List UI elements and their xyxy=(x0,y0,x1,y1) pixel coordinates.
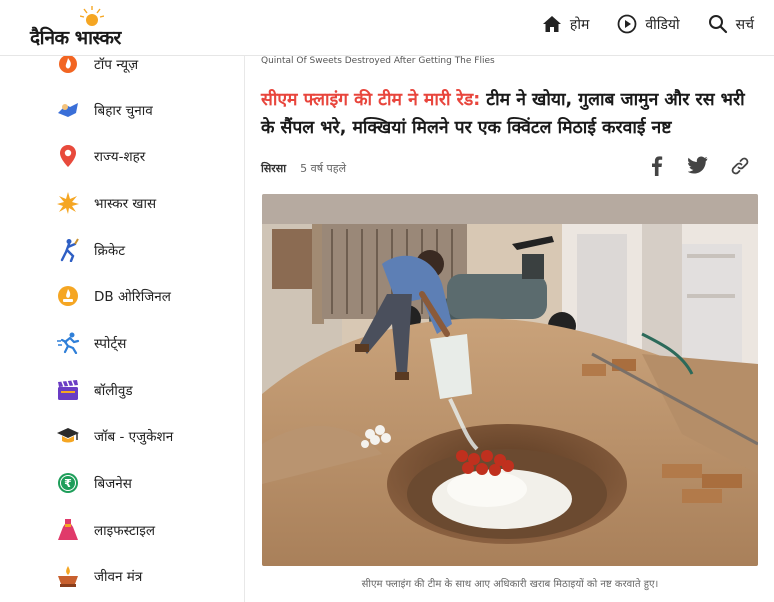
running-icon xyxy=(56,331,80,355)
logo[interactable]: दैनिक भास्कर xyxy=(30,6,160,52)
cricket-icon xyxy=(56,238,80,262)
sidebar-item-label: राज्य-शहर xyxy=(94,149,146,165)
city-link[interactable]: सिरसा xyxy=(261,161,286,176)
sidebar-item-label: DB ओरिजिनल xyxy=(94,289,171,305)
dress-icon xyxy=(56,518,80,542)
facebook-icon[interactable] xyxy=(648,156,666,176)
home-icon xyxy=(542,16,561,32)
article-headline: सीएम फ्लाइंग की टीम ने मारी रेड: टीम ने … xyxy=(261,86,761,142)
sidebar-item-state-city[interactable]: राज्य-शहर xyxy=(56,141,145,171)
sidebar-item-label: बिहार चुनाव xyxy=(94,103,153,119)
article-meta: सिरसा 5 वर्ष पहले xyxy=(261,161,346,176)
page: दैनिक भास्कर होम वीडियो सर्च टॉप न्यूज़ … xyxy=(0,0,774,602)
election-icon xyxy=(56,98,80,122)
sidebar-item-label: बिजनेस xyxy=(94,476,132,492)
logo-text: दैनिक भास्कर xyxy=(30,27,121,49)
share-bar xyxy=(648,156,750,176)
nav-search[interactable]: सर्च xyxy=(708,14,754,34)
nav-home-label: होम xyxy=(569,16,590,33)
sidebar-item-label: जीवन मंत्र xyxy=(94,569,143,585)
sidebar-item-lifestyle[interactable]: लाइफस्टाइल xyxy=(56,515,155,545)
sidebar-item-bollywood[interactable]: बॉलीवुड xyxy=(56,375,133,405)
graduation-cap-icon xyxy=(56,424,80,448)
site-header: दैनिक भास्कर होम वीडियो सर्च xyxy=(0,0,774,56)
play-icon xyxy=(617,14,637,34)
nav-home[interactable]: होम xyxy=(542,15,589,34)
logo-sun-icon xyxy=(80,6,104,26)
svg-text:₹: ₹ xyxy=(64,477,72,490)
sidebar-item-label: भास्कर खास xyxy=(94,196,157,212)
clapperboard-icon xyxy=(56,378,80,402)
photo-caption: सीएम फ्लाइंग की टीम के साथ आए अधिकारी खर… xyxy=(361,579,659,590)
nav-video-label: वीडियो xyxy=(645,16,680,33)
nav-video[interactable]: वीडियो xyxy=(617,14,680,34)
sidebar-item-label: स्पोर्ट्स xyxy=(94,336,127,352)
sidebar-item-cricket[interactable]: क्रिकेट xyxy=(56,235,125,265)
sidebar-item-bihar-election[interactable]: बिहार चुनाव xyxy=(56,95,153,125)
article: Quintal Of Sweets Destroyed After Gettin… xyxy=(245,56,774,602)
twitter-icon[interactable] xyxy=(688,156,708,174)
top-nav: होम वीडियो सर्च xyxy=(542,14,754,34)
timestamp: 5 वर्ष पहले xyxy=(300,162,347,175)
sidebar-item-label: लाइफस्टाइल xyxy=(94,523,156,539)
sidebar-item-business[interactable]: ₹ बिजनेस xyxy=(56,468,132,498)
diya-icon xyxy=(56,564,80,588)
article-photo[interactable] xyxy=(262,194,758,566)
sun-icon xyxy=(56,191,80,215)
sidebar: टॉप न्यूज़ बिहार चुनाव राज्य-शहर भास्कर … xyxy=(0,55,245,602)
sidebar-item-sports[interactable]: स्पोर्ट्स xyxy=(56,328,126,358)
headline-highlight: सीएम फ्लाइंग की टीम ने मारी रेड: xyxy=(261,90,481,110)
nav-search-label: सर्च xyxy=(735,16,754,33)
location-pin-icon xyxy=(56,144,80,168)
english-title: Quintal Of Sweets Destroyed After Gettin… xyxy=(261,56,495,66)
photo-illustration xyxy=(262,194,758,566)
sidebar-item-label: क्रिकेट xyxy=(94,243,126,259)
sidebar-item-db-original[interactable]: DB ओरिजिनल xyxy=(56,281,171,311)
sidebar-item-job-education[interactable]: जॉब - एजुकेशन xyxy=(56,421,173,451)
link-icon[interactable] xyxy=(730,156,750,176)
rupee-icon: ₹ xyxy=(56,471,80,495)
sidebar-item-label: टॉप न्यूज़ xyxy=(94,57,139,73)
sidebar-item-label: बॉलीवुड xyxy=(94,383,133,399)
db-original-icon xyxy=(56,284,80,308)
sidebar-item-jeevan-mantra[interactable]: जीवन मंत्र xyxy=(56,561,142,591)
sidebar-item-bhaskar-khas[interactable]: भास्कर खास xyxy=(56,188,156,218)
sidebar-item-label: जॉब - एजुकेशन xyxy=(94,429,174,445)
search-icon xyxy=(708,15,727,34)
